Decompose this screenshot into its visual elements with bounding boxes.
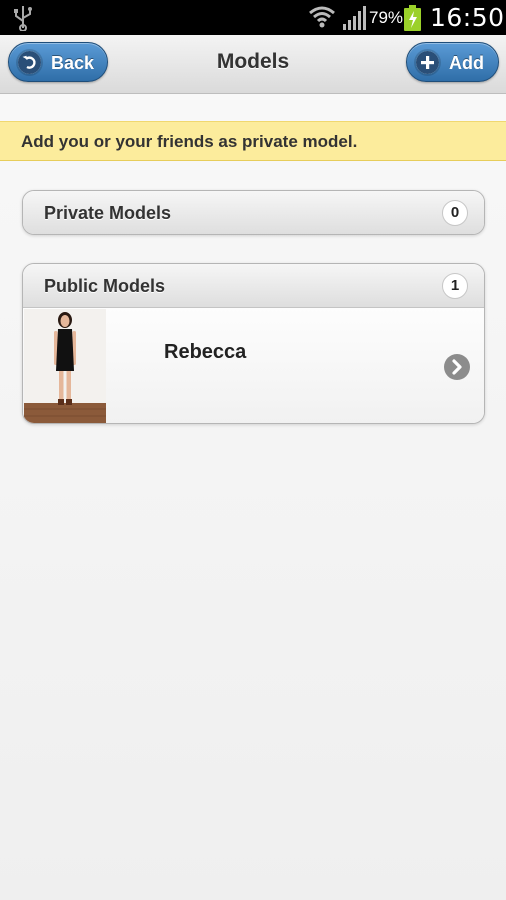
list-item[interactable]: Rebecca (23, 308, 484, 423)
header-bar: Back Models Add (0, 35, 506, 94)
battery-percent: 79% (369, 8, 404, 27)
private-models-header[interactable]: Private Models 0 (23, 191, 484, 234)
private-models-count-badge: 0 (442, 200, 468, 226)
model-name: Rebecca (164, 341, 247, 363)
public-models-title: Public Models (44, 276, 166, 296)
clock: 16:50 (430, 3, 505, 32)
public-models-count-badge: 1 (442, 273, 468, 299)
notice-text: Add you or your friends as private model… (21, 132, 358, 151)
public-models-header[interactable]: Public Models 1 (23, 264, 484, 308)
status-bar: 79% 16:50 (0, 0, 506, 35)
private-models-title: Private Models (44, 203, 172, 223)
add-button-label: Add (449, 53, 484, 73)
model-thumbnail (24, 309, 106, 423)
wifi-icon (309, 6, 335, 28)
add-button[interactable]: Add (406, 42, 499, 82)
private-models-group[interactable]: Private Models 0 (22, 190, 485, 235)
chevron-right-icon (444, 354, 470, 380)
signal-icon (343, 6, 366, 30)
battery-charging-icon (404, 5, 421, 31)
notice-banner: Add you or your friends as private model… (0, 121, 506, 161)
plus-icon (416, 51, 439, 74)
usb-icon (14, 6, 32, 31)
public-models-group: Public Models 1 Rebecca (22, 263, 485, 424)
